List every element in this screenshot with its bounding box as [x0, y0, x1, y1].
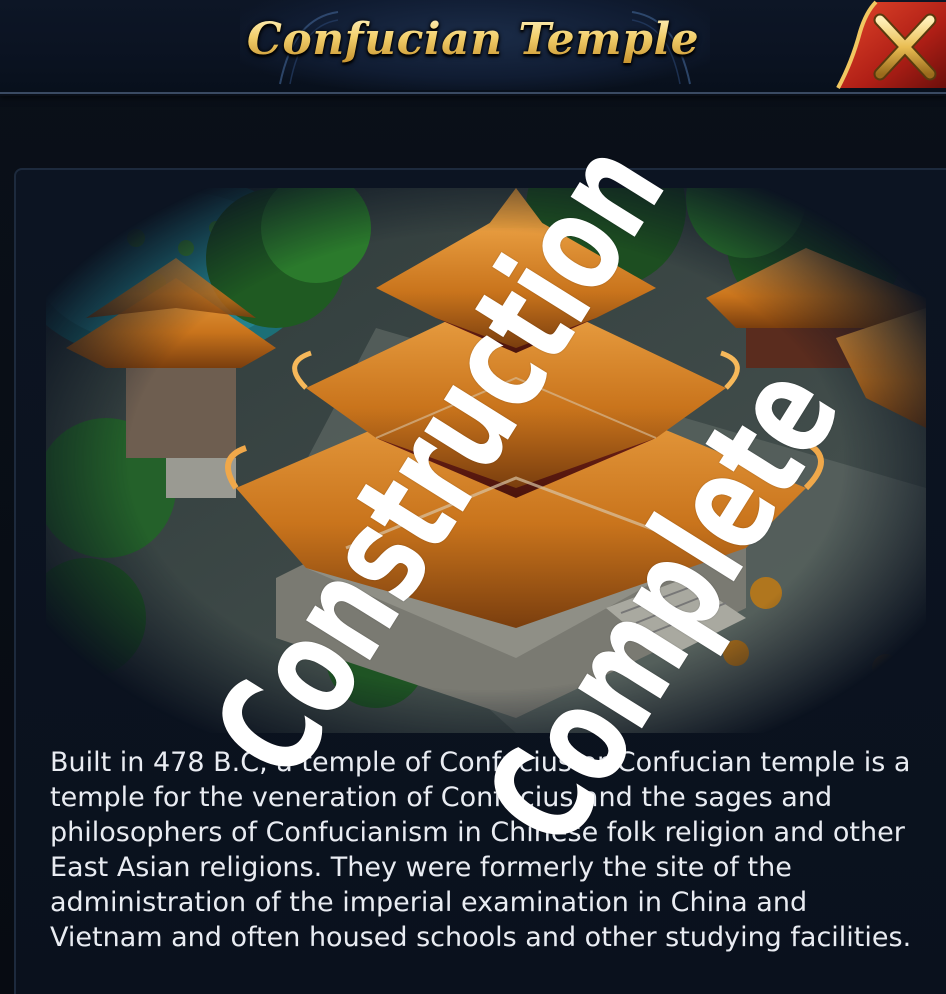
close-x-icon	[836, 0, 946, 89]
dialog-title: Confucian Temple	[0, 14, 946, 65]
temple-scene	[46, 188, 926, 733]
building-info-dialog: Confucian Temple Built in 478 B.C, a tem…	[0, 0, 946, 994]
dialog-header: Confucian Temple	[0, 0, 946, 94]
temple-illustration	[46, 188, 926, 733]
close-button[interactable]	[828, 0, 946, 90]
building-description: Built in 478 B.C, a temple of Confucius …	[50, 747, 912, 953]
